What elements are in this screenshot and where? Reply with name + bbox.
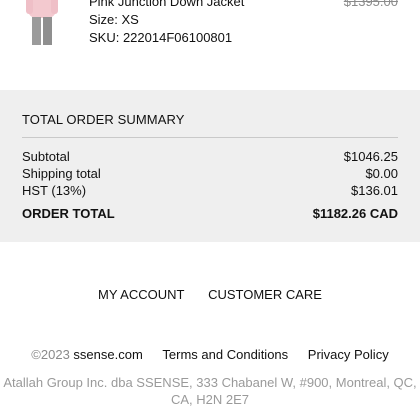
- shipping-row: Shipping total $0.00: [22, 166, 398, 183]
- company-address: Atallah Group Inc. dba SSENSE, 333 Chaba…: [3, 375, 417, 407]
- order-summary: TOTAL ORDER SUMMARY Subtotal $1046.25 Sh…: [0, 90, 420, 242]
- customer-care-link[interactable]: CUSTOMER CARE: [208, 287, 322, 302]
- site-link[interactable]: ssense.com: [73, 347, 142, 362]
- product-thumbnail: [26, 0, 58, 45]
- copyright-year: ©2023: [31, 347, 70, 362]
- product-original-price: $1395.00: [343, 0, 398, 9]
- terms-link[interactable]: Terms and Conditions: [162, 347, 288, 362]
- footer-legal: ©2023 ssense.com Terms and Conditions Pr…: [0, 347, 420, 362]
- order-total-label: ORDER TOTAL: [22, 206, 115, 221]
- tax-value: $136.01: [351, 183, 398, 198]
- footer-account-links: MY ACCOUNT CUSTOMER CARE: [0, 287, 420, 302]
- shipping-label: Shipping total: [22, 166, 101, 181]
- order-total-row: ORDER TOTAL $1182.26 CAD: [22, 206, 398, 223]
- subtotal-row: Subtotal $1046.25: [22, 149, 398, 166]
- order-total-value: $1182.26 CAD: [312, 206, 398, 221]
- my-account-link[interactable]: MY ACCOUNT: [98, 287, 184, 302]
- privacy-link[interactable]: Privacy Policy: [308, 347, 389, 362]
- summary-title: TOTAL ORDER SUMMARY: [22, 112, 185, 127]
- tax-label: HST (13%): [22, 183, 87, 198]
- product-name[interactable]: Pink Junction Down Jacket: [89, 0, 244, 9]
- product-sku: SKU: 222014F06100801: [89, 30, 233, 45]
- summary-divider: [22, 137, 398, 138]
- shipping-value: $0.00: [365, 166, 398, 181]
- subtotal-label: Subtotal: [22, 149, 70, 164]
- order-item: Pink Junction Down Jacket Size: XS SKU: …: [0, 0, 420, 90]
- product-size: Size: XS: [89, 12, 139, 27]
- tax-row: HST (13%) $136.01: [22, 183, 398, 200]
- subtotal-value: $1046.25: [343, 149, 398, 164]
